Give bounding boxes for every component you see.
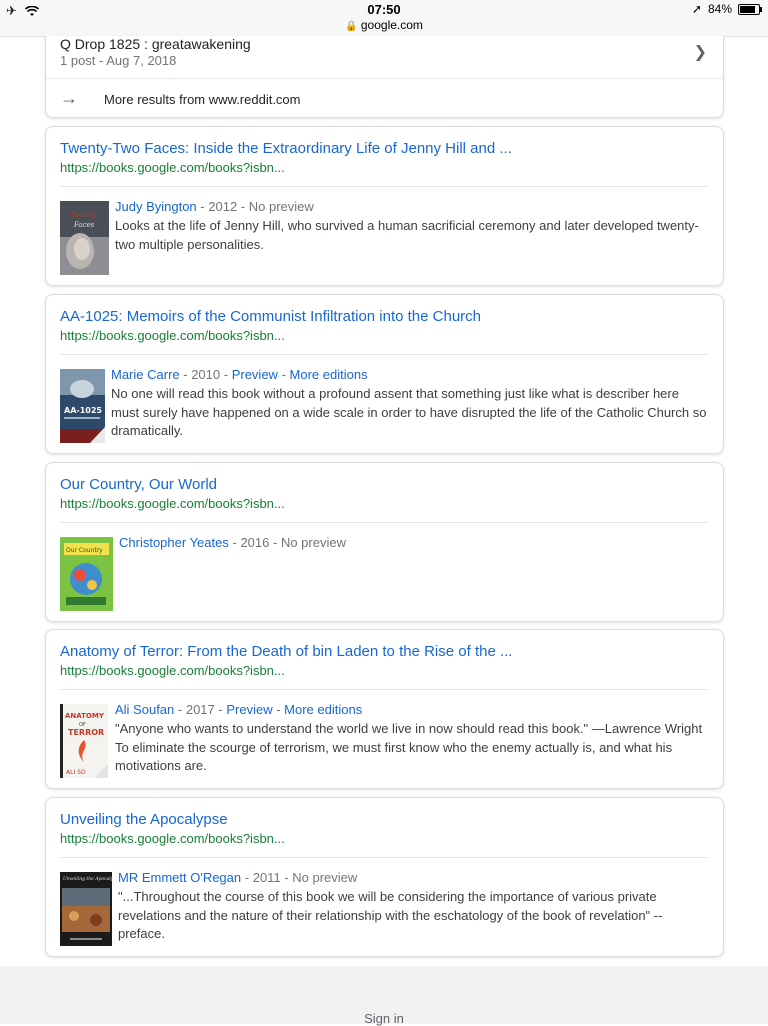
- result-card: AA-1025: Memoirs of the Communist Infilt…: [45, 294, 724, 454]
- result-title[interactable]: Our Country, Our World: [60, 476, 217, 493]
- result-year: 2017: [185, 702, 215, 717]
- status-bar: ✈ 07:50 🔒 google.com ➚ 84%: [0, 0, 768, 37]
- result-year: 2011: [252, 870, 281, 885]
- result-year: 2016: [240, 535, 270, 550]
- result-card: Twenty-Two Faces: Inside the Extraordina…: [45, 126, 724, 286]
- author-link[interactable]: Marie Carre: [111, 367, 180, 382]
- svg-text:TERROR: TERROR: [68, 728, 104, 737]
- book-cover[interactable]: Twenty Faces: [60, 201, 109, 275]
- preview-link[interactable]: Preview: [232, 367, 278, 382]
- svg-text:Unveiling the Apocalypse: Unveiling the Apocalypse: [63, 876, 112, 882]
- address-bar[interactable]: 🔒 google.com: [0, 18, 768, 32]
- result-url[interactable]: https://books.google.com/books?isbn...: [60, 663, 285, 678]
- book-cover[interactable]: AA-1025: [60, 369, 105, 443]
- divider: [60, 857, 709, 858]
- author-link[interactable]: Ali Soufan: [115, 702, 174, 717]
- reddit-post-title[interactable]: Q Drop 1825 : greatawakening: [60, 36, 251, 52]
- result-title[interactable]: Anatomy of Terror: From the Death of bin…: [60, 643, 512, 660]
- divider: [60, 186, 709, 187]
- svg-text:Faces: Faces: [73, 221, 95, 229]
- status-right: ➚ 84%: [691, 2, 762, 16]
- book-cover[interactable]: ANATOMY OF TERROR ALI SO: [60, 704, 108, 778]
- more-editions-link[interactable]: More editions: [284, 702, 362, 717]
- battery-icon: [738, 3, 762, 15]
- result-card: Anatomy of Terror: From the Death of bin…: [45, 629, 724, 789]
- result-url[interactable]: https://books.google.com/books?isbn...: [60, 328, 285, 343]
- reddit-card: Q Drop 1825 : greatawakening 1 post - Au…: [45, 36, 724, 118]
- battery-fill: [740, 5, 756, 13]
- author-link[interactable]: Christopher Yeates: [119, 535, 229, 550]
- result-title[interactable]: AA-1025: Memoirs of the Communist Infilt…: [60, 308, 481, 325]
- svg-text:AA-1025: AA-1025: [64, 406, 102, 415]
- result-url[interactable]: https://books.google.com/books?isbn...: [60, 831, 285, 846]
- book-cover[interactable]: Our Country: [60, 537, 113, 611]
- chevron-right-icon[interactable]: ❯: [694, 42, 707, 62]
- result-year: 2010: [191, 367, 221, 382]
- divider: [46, 78, 723, 79]
- preview-status: No preview: [248, 199, 314, 214]
- divider: [60, 354, 709, 355]
- result-snippet: "Anyone who wants to understand the worl…: [115, 721, 703, 773]
- arrow-right-icon[interactable]: →: [60, 88, 78, 109]
- result-snippet: "...Throughout the course of this book w…: [118, 889, 663, 941]
- author-link[interactable]: MR Emmett O'Regan: [118, 870, 241, 885]
- divider: [60, 689, 709, 690]
- lock-icon: 🔒: [345, 21, 358, 32]
- result-snippet: Looks at the life of Jenny Hill, who sur…: [115, 218, 699, 252]
- result-title[interactable]: Unveiling the Apocalypse: [60, 811, 228, 828]
- svg-text:Our Country: Our Country: [66, 547, 103, 554]
- preview-status: No preview: [280, 535, 346, 550]
- author-link[interactable]: Judy Byington: [115, 199, 197, 214]
- result-title[interactable]: Twenty-Two Faces: Inside the Extraordina…: [60, 140, 512, 157]
- divider: [60, 522, 709, 523]
- result-meta: Judy Byington - 2012 - No preview: [115, 199, 314, 214]
- svg-text:ANATOMY: ANATOMY: [65, 712, 105, 720]
- result-meta: Ali Soufan - 2017 - Preview - More editi…: [115, 702, 363, 717]
- result-meta: Christopher Yeates - 2016 - No preview: [119, 535, 346, 550]
- book-cover[interactable]: Unveiling the Apocalypse: [60, 872, 112, 946]
- result-url[interactable]: https://books.google.com/books?isbn...: [60, 160, 285, 175]
- preview-link[interactable]: Preview: [226, 702, 272, 717]
- result-card: Our Country, Our World https://books.goo…: [45, 462, 724, 622]
- svg-text:Twenty: Twenty: [70, 211, 97, 219]
- location-arrow-icon: ➚: [691, 2, 702, 16]
- result-year: 2012: [208, 199, 238, 214]
- reddit-post-meta: 1 post - Aug 7, 2018: [60, 53, 177, 68]
- more-results-link[interactable]: More results from www.reddit.com: [104, 92, 301, 107]
- result-meta: MR Emmett O'Regan - 2011 - No preview: [118, 870, 358, 885]
- result-card: Unveiling the Apocalypse https://books.g…: [45, 797, 724, 957]
- result-meta: Marie Carre - 2010 - Preview - More edit…: [111, 367, 368, 382]
- result-url[interactable]: https://books.google.com/books?isbn...: [60, 496, 285, 511]
- clock: 07:50: [367, 2, 401, 17]
- battery-percent: 84%: [707, 2, 732, 16]
- result-snippet: No one will read this book without a pro…: [111, 386, 707, 438]
- svg-text:ALI SO: ALI SO: [66, 769, 86, 776]
- address-url: google.com: [360, 18, 423, 32]
- preview-status: No preview: [292, 870, 358, 885]
- more-editions-link[interactable]: More editions: [290, 367, 368, 382]
